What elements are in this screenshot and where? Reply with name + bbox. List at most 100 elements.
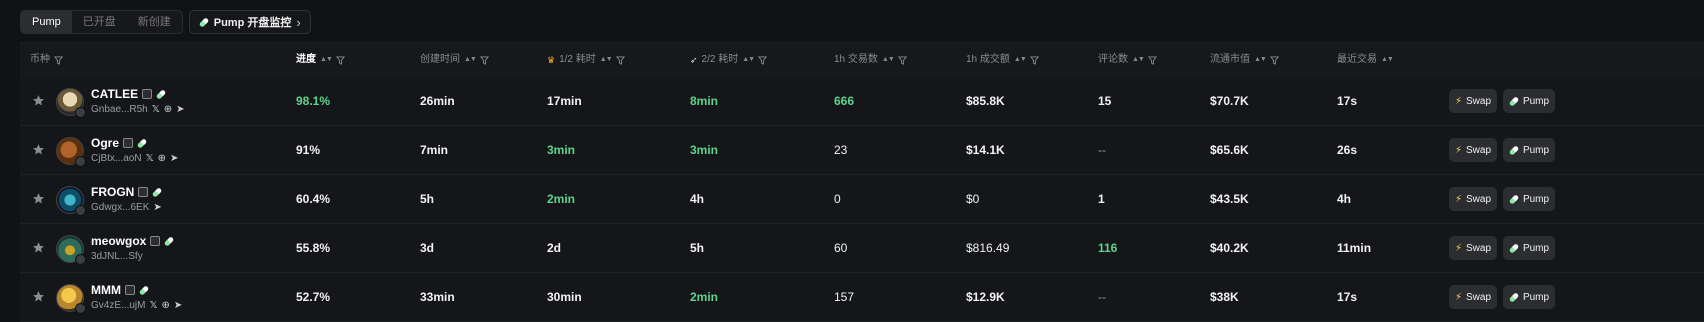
token-address[interactable]: 3dJNL...Sfy: [91, 251, 143, 262]
star-icon[interactable]: [32, 94, 45, 107]
col-token[interactable]: 币种: [30, 43, 63, 77]
x-icon[interactable]: 𝕏: [152, 104, 160, 115]
col-half1-label: 1/2 耗时: [559, 54, 596, 65]
globe-icon[interactable]: ⊕: [158, 153, 166, 164]
progress-value: 60.4%: [296, 192, 331, 206]
pill-icon: [1508, 242, 1520, 254]
x-icon[interactable]: 𝕏: [149, 300, 157, 311]
table-row[interactable]: Ogre CjBtx...aoN 𝕏 ⊕ ➤ 91% 7min 3min 3mi…: [20, 126, 1704, 175]
copy-icon[interactable]: [142, 89, 153, 99]
col-progress[interactable]: 进度 ▲▼: [296, 43, 345, 77]
pill-icon: [138, 284, 150, 296]
sort-desc-icon[interactable]: ▲▼: [320, 43, 333, 77]
view-tabs: Pump 已开盘 新创建: [20, 10, 183, 34]
created-value: 26min: [420, 94, 455, 108]
table-row[interactable]: meowgox 3dJNL...Sfy 55.8% 3d 2d 5h 60 $8…: [20, 224, 1704, 273]
comments-value: 15: [1098, 94, 1112, 108]
token-address-wrap: Gnbae...R5h 𝕏 ⊕ ➤: [91, 104, 185, 115]
pump-monitor-button[interactable]: Pump 开盘监控 ›: [188, 10, 311, 34]
created-value: 3d: [420, 241, 435, 255]
token-address[interactable]: CjBtx...aoN: [91, 153, 142, 164]
pump-button[interactable]: Pump: [1503, 89, 1555, 113]
crown-icon: ♛: [547, 55, 556, 65]
half2-value: 5h: [690, 241, 705, 255]
col-created[interactable]: 创建时间 ▲▼: [420, 43, 489, 77]
top-toolbar: Pump 已开盘 新创建 Pump 开盘监控 ›: [20, 10, 311, 34]
pill-icon: [1508, 291, 1520, 303]
col-recent[interactable]: 最近交易 ▲▼: [1337, 43, 1394, 77]
tab-new[interactable]: 新创建: [127, 11, 182, 33]
platform-badge-icon: [75, 205, 86, 216]
telegram-icon[interactable]: ➤: [174, 300, 182, 311]
col-comments[interactable]: 评论数 ▲▼: [1098, 43, 1157, 77]
filter-icon[interactable]: [1269, 55, 1279, 65]
table-row[interactable]: FROGN Gdwgx...6EK ➤ 60.4% 5h 2min 4h 0 $…: [20, 175, 1704, 224]
pill-icon: [198, 16, 210, 28]
sort-icon[interactable]: ▲▼: [742, 43, 755, 77]
comments-value: 116: [1098, 241, 1118, 255]
progress-value: 55.8%: [296, 241, 331, 255]
pump-button[interactable]: Pump: [1503, 285, 1555, 309]
swap-button[interactable]: ⚡ Swap: [1449, 236, 1497, 260]
vol1h-value: $0: [966, 192, 980, 206]
filter-icon[interactable]: [479, 55, 489, 65]
recent-value: 17s: [1337, 94, 1358, 108]
globe-icon[interactable]: ⊕: [162, 300, 170, 311]
sort-icon[interactable]: ▲▼: [882, 43, 895, 77]
sort-icon[interactable]: ▲▼: [464, 43, 477, 77]
filter-icon[interactable]: [54, 55, 63, 65]
rocket-icon: ➶: [690, 55, 698, 65]
pill-icon: [1508, 193, 1520, 205]
sort-icon[interactable]: ▲▼: [1381, 43, 1394, 77]
col-half2[interactable]: ➶ 2/2 耗时 ▲▼: [690, 43, 768, 77]
telegram-icon[interactable]: ➤: [170, 153, 178, 164]
col-vol1h[interactable]: 1h 成交额 ▲▼: [966, 43, 1039, 77]
recent-value: 4h: [1337, 192, 1352, 206]
table-row[interactable]: CATLEE Gnbae...R5h 𝕏 ⊕ ➤ 98.1% 26min 17m…: [20, 77, 1704, 126]
created-value: 7min: [420, 143, 449, 157]
star-icon[interactable]: [32, 241, 45, 254]
star-icon[interactable]: [32, 192, 45, 205]
filter-icon[interactable]: [615, 55, 625, 65]
mcap-value: $70.7K: [1210, 94, 1249, 108]
filter-icon[interactable]: [758, 55, 768, 65]
sort-icon[interactable]: ▲▼: [1014, 43, 1027, 77]
telegram-icon[interactable]: ➤: [176, 104, 184, 115]
bolt-icon: ⚡: [1454, 291, 1462, 303]
star-icon[interactable]: [32, 143, 45, 156]
swap-button[interactable]: ⚡ Swap: [1449, 285, 1497, 309]
half1-value: 2min: [547, 192, 576, 206]
swap-button[interactable]: ⚡ Swap: [1449, 187, 1497, 211]
copy-icon[interactable]: [123, 138, 134, 148]
comments-value: 1: [1098, 192, 1105, 206]
token-address[interactable]: Gdwgx...6EK: [91, 202, 149, 213]
filter-icon[interactable]: [335, 55, 345, 65]
filter-icon[interactable]: [1147, 55, 1157, 65]
pump-button[interactable]: Pump: [1503, 187, 1555, 211]
sort-icon[interactable]: ▲▼: [1132, 43, 1145, 77]
token-address[interactable]: Gnbae...R5h: [91, 104, 148, 115]
col-mcap[interactable]: 流通市值 ▲▼: [1210, 43, 1279, 77]
star-icon[interactable]: [32, 290, 45, 303]
x-icon[interactable]: 𝕏: [146, 153, 154, 164]
pump-button[interactable]: Pump: [1503, 236, 1555, 260]
pump-button[interactable]: Pump: [1503, 138, 1555, 162]
swap-button[interactable]: ⚡ Swap: [1449, 138, 1497, 162]
swap-button[interactable]: ⚡ Swap: [1449, 89, 1497, 113]
globe-icon[interactable]: ⊕: [164, 104, 172, 115]
copy-icon[interactable]: [125, 285, 135, 295]
filter-icon[interactable]: [897, 55, 907, 65]
telegram-icon[interactable]: ➤: [153, 202, 161, 213]
col-half1[interactable]: ♛ 1/2 耗时 ▲▼: [547, 43, 625, 77]
token-address[interactable]: Gv4zE...ujM: [91, 300, 145, 311]
copy-icon[interactable]: [138, 187, 149, 197]
tab-pump[interactable]: Pump: [21, 11, 72, 33]
copy-icon[interactable]: [150, 236, 161, 246]
col-tx1h[interactable]: 1h 交易数 ▲▼: [834, 43, 907, 77]
filter-icon[interactable]: [1029, 55, 1039, 65]
sort-icon[interactable]: ▲▼: [1254, 43, 1267, 77]
sort-icon[interactable]: ▲▼: [600, 43, 613, 77]
table-row[interactable]: MMM Gv4zE...ujM 𝕏 ⊕ ➤ 52.7% 33min 30min …: [20, 273, 1704, 322]
bolt-icon: ⚡: [1454, 95, 1462, 107]
tab-opened[interactable]: 已开盘: [72, 11, 127, 33]
